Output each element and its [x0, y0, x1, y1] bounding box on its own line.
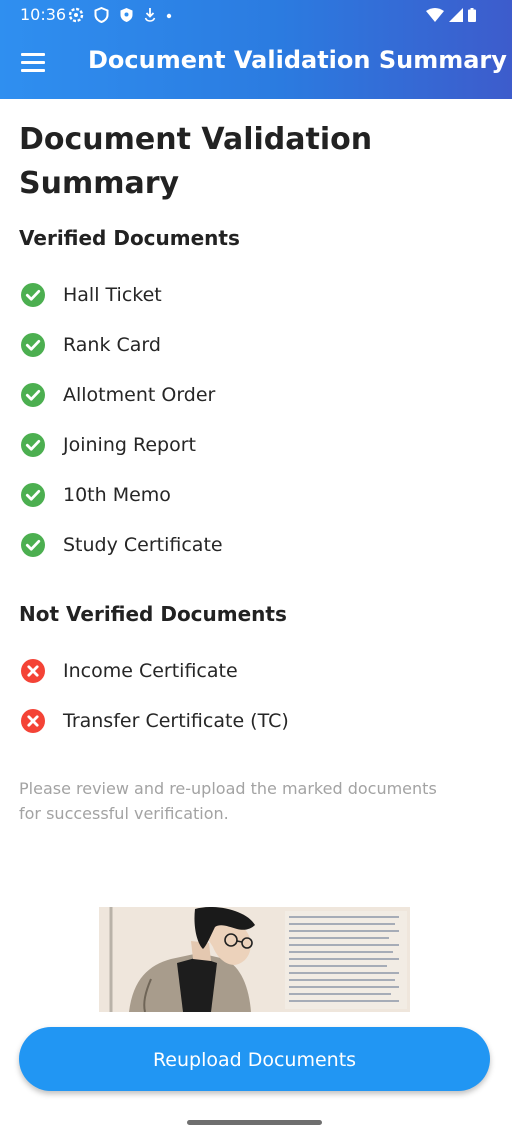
cross-circle-icon	[21, 659, 45, 683]
check-circle-icon	[21, 533, 45, 557]
verified-document-item: 10th Memo	[20, 480, 171, 510]
home-indicator[interactable]	[187, 1120, 322, 1125]
shield-icon	[120, 8, 133, 22]
reupload-instruction-text: Please review and re-upload the marked d…	[19, 779, 437, 823]
student-illustration	[99, 907, 410, 1012]
document-label: Hall Ticket	[63, 284, 162, 306]
document-label: Rank Card	[63, 334, 161, 356]
not-verified-document-item: Transfer Certificate (TC)	[20, 706, 289, 736]
settings-icon	[68, 7, 84, 23]
verified-document-item: Allotment Order	[20, 380, 215, 410]
not-verified-documents-heading: Not Verified Documents	[19, 602, 287, 626]
dot-icon	[166, 13, 172, 19]
verified-document-item: Hall Ticket	[20, 280, 162, 310]
shield-outline-icon	[94, 7, 109, 23]
document-label: Study Certificate	[63, 534, 223, 556]
check-circle-icon	[21, 433, 45, 457]
check-circle-icon	[21, 383, 45, 407]
document-label: Transfer Certificate (TC)	[63, 710, 289, 732]
page-title: Document Validation Summary	[19, 122, 373, 201]
reupload-documents-button[interactable]: Reupload Documents	[19, 1027, 490, 1091]
document-label: 10th Memo	[63, 484, 171, 506]
verified-documents-heading: Verified Documents	[19, 226, 240, 250]
check-circle-icon	[21, 483, 45, 507]
not-verified-document-item: Income Certificate	[20, 656, 238, 686]
document-label: Joining Report	[63, 434, 196, 456]
cross-circle-icon	[21, 709, 45, 733]
status-bar: 10:36	[0, 0, 512, 30]
document-label: Income Certificate	[63, 660, 238, 682]
verified-document-item: Rank Card	[20, 330, 161, 360]
hamburger-icon-bar	[21, 53, 45, 56]
hamburger-icon-bar	[21, 69, 45, 72]
status-time: 10:36	[20, 5, 67, 24]
app-bar-title: Document Validation Summary	[88, 46, 507, 74]
status-system-icons	[426, 8, 476, 22]
battery-icon	[468, 8, 476, 22]
check-circle-icon	[21, 283, 45, 307]
wifi-icon	[426, 8, 444, 22]
menu-button[interactable]	[21, 53, 45, 73]
status-notification-icons	[68, 7, 172, 23]
verified-document-item: Joining Report	[20, 430, 196, 460]
document-label: Allotment Order	[63, 384, 216, 406]
download-icon	[144, 8, 156, 22]
student-reading-image	[99, 907, 410, 1012]
verified-document-item: Study Certificate	[20, 530, 223, 560]
hamburger-icon-bar	[21, 61, 45, 64]
check-circle-icon	[21, 333, 45, 357]
signal-icon	[449, 8, 463, 22]
app-bar: 10:36 Document Validation Summary	[0, 0, 512, 99]
